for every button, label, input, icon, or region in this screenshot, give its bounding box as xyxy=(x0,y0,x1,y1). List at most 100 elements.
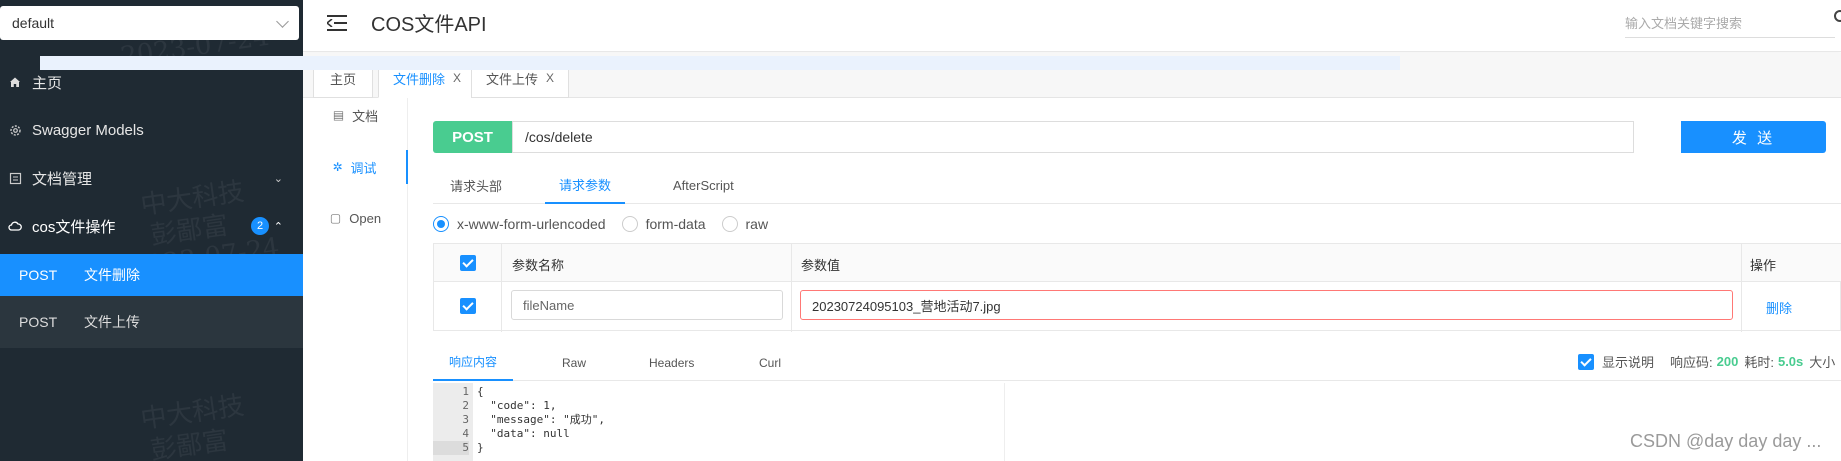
current-line-highlight xyxy=(40,56,1400,70)
time-label: 耗时: xyxy=(1744,355,1774,370)
tab-headers[interactable]: Headers xyxy=(649,344,694,381)
sidebar-subitem-file-upload[interactable]: POST 文件上传 xyxy=(0,296,303,348)
params-table: 参数名称 参数值 操作 fileName 20230724095103_营地活动… xyxy=(433,243,1841,332)
tab-label: AfterScript xyxy=(673,177,734,193)
method-label: POST xyxy=(19,314,58,330)
tab-label: 文件删除 xyxy=(393,71,446,87)
chevron-down-icon: ⌄ xyxy=(273,172,283,185)
response-info: 显示说明 响应码: 200 耗时: 5.0s 大小 xyxy=(1578,352,1835,371)
sidebar-item-swagger-models[interactable]: Swagger Models xyxy=(0,106,303,154)
table-header xyxy=(434,244,1841,282)
show-desc-checkbox[interactable] xyxy=(1578,353,1594,370)
tab-curl[interactable]: Curl xyxy=(759,344,781,381)
document-icon: ▤ xyxy=(332,108,345,122)
column-header-name: 参数名称 xyxy=(512,258,565,273)
file-icon: ▢ xyxy=(329,211,342,225)
doc-nav-debug[interactable]: ✲ 调试 xyxy=(303,150,408,184)
line-number: 2 xyxy=(462,399,469,412)
radio-raw[interactable]: raw xyxy=(721,216,769,232)
doc-nav: ▤ 文档 ✲ 调试 ▢ Open xyxy=(303,98,408,461)
radio-button[interactable] xyxy=(433,216,449,232)
doc-nav-label: 文档 xyxy=(352,108,379,124)
column-header-action: 操作 xyxy=(1750,258,1777,273)
radio-urlencoded[interactable]: x-www-form-urlencoded xyxy=(433,216,606,232)
close-icon[interactable]: X xyxy=(453,71,461,85)
sidebar-subitem-file-delete[interactable]: POST 文件删除 xyxy=(0,254,303,296)
menu-toggle-icon[interactable] xyxy=(327,14,347,32)
tab-label: Raw xyxy=(562,355,587,370)
gear-icon xyxy=(8,123,22,137)
param-value-input[interactable]: 20230724095103_营地活动7.jpg xyxy=(800,290,1733,320)
tab-afterscript[interactable]: AfterScript xyxy=(673,166,734,204)
time-value: 5.0s xyxy=(1777,354,1804,369)
column-header-value: 参数值 xyxy=(801,258,841,273)
line-number: 3 xyxy=(462,413,469,426)
tab-label: Curl xyxy=(759,355,782,370)
tab-label: 请求参数 xyxy=(559,177,612,193)
method-label: POST xyxy=(19,267,58,283)
tab-response-content[interactable]: 响应内容 xyxy=(433,344,514,381)
tab-label: Headers xyxy=(649,355,695,370)
doc-nav-open[interactable]: ▢ Open xyxy=(303,201,408,235)
delete-link[interactable]: 删除 xyxy=(1766,298,1792,317)
doc-nav-label: Open xyxy=(349,210,382,226)
param-name-input[interactable]: fileName xyxy=(511,290,783,320)
status-value: 200 xyxy=(1716,354,1739,369)
radio-button[interactable] xyxy=(621,216,638,232)
request-tabs: 请求头部 请求参数 AfterScript xyxy=(433,166,1841,204)
tab-request-headers[interactable]: 请求头部 xyxy=(450,166,502,204)
api-name: 文件上传 xyxy=(84,314,140,330)
method-badge: POST xyxy=(433,121,512,153)
code-line: { xyxy=(477,385,484,398)
code-line: "code": 1, xyxy=(477,399,557,412)
radio-button[interactable] xyxy=(721,216,738,232)
doc-nav-doc[interactable]: ▤ 文档 xyxy=(303,98,408,132)
watermark: 中大科技 xyxy=(138,390,246,436)
sidebar-item-label: 主页 xyxy=(32,74,63,92)
line-number: 5 xyxy=(433,441,469,455)
show-desc-label: 显示说明 xyxy=(1602,355,1655,370)
code-line: "message": "成功", xyxy=(477,413,605,426)
line-number: 1 xyxy=(462,385,469,398)
response-editor[interactable]: 1 2 3 4 5 { "code": 1, "message": "成功", … xyxy=(433,383,1005,461)
select-all-checkbox[interactable] xyxy=(460,255,476,271)
line-number: 4 xyxy=(462,427,469,440)
sidebar-item-label: 文档管理 xyxy=(32,170,93,188)
count-badge: 2 xyxy=(251,217,269,235)
sidebar-item-cos[interactable]: cos文件操作 2 ⌃ xyxy=(0,202,303,250)
request-bar: POST /cos/delete 发 送 xyxy=(433,121,1826,153)
radio-label: form-data xyxy=(645,216,706,232)
bug-icon: ✲ xyxy=(332,160,343,174)
group-select[interactable]: default xyxy=(0,6,299,40)
home-icon xyxy=(8,75,22,89)
folder-icon xyxy=(8,171,22,185)
group-select-value: default xyxy=(12,15,55,31)
tab-label: 请求头部 xyxy=(450,178,503,194)
search-input[interactable]: 输入文档关键字搜索 xyxy=(1625,8,1835,38)
doc-nav-label: 调试 xyxy=(350,160,377,176)
tab-raw[interactable]: Raw xyxy=(562,344,586,381)
url-input[interactable]: /cos/delete xyxy=(512,121,1634,153)
code-line: "data": null xyxy=(477,427,570,440)
radio-label: raw xyxy=(745,216,769,232)
header: COS文件API 输入文档关键字搜索 xyxy=(303,0,1841,52)
sidebar-item-doc-manage[interactable]: 文档管理 ⌄ xyxy=(0,154,303,202)
watermark: 彭鄙富 xyxy=(148,425,231,461)
tab-label: 文件上传 xyxy=(486,71,539,87)
size-label: 大小 xyxy=(1809,355,1836,370)
chevron-up-icon: ⌃ xyxy=(273,220,283,233)
close-icon[interactable]: X xyxy=(546,71,554,85)
tab-request-params[interactable]: 请求参数 xyxy=(545,166,626,204)
row-checkbox[interactable] xyxy=(460,298,476,314)
cloud-icon xyxy=(8,219,22,233)
radio-form-data[interactable]: form-data xyxy=(621,216,706,232)
search-icon[interactable] xyxy=(1834,10,1841,22)
content-type-radios: x-www-form-urlencoded form-data raw xyxy=(433,213,784,235)
sidebar-item-label: Swagger Models xyxy=(32,121,144,139)
send-button[interactable]: 发 送 xyxy=(1681,121,1826,153)
page-title: COS文件API xyxy=(371,14,487,36)
csdn-watermark: CSDN @day day day ... xyxy=(1630,431,1822,451)
line-gutter: 1 2 3 4 5 xyxy=(433,383,473,461)
tab-label: 响应内容 xyxy=(449,355,498,369)
code-line: } xyxy=(477,441,484,454)
